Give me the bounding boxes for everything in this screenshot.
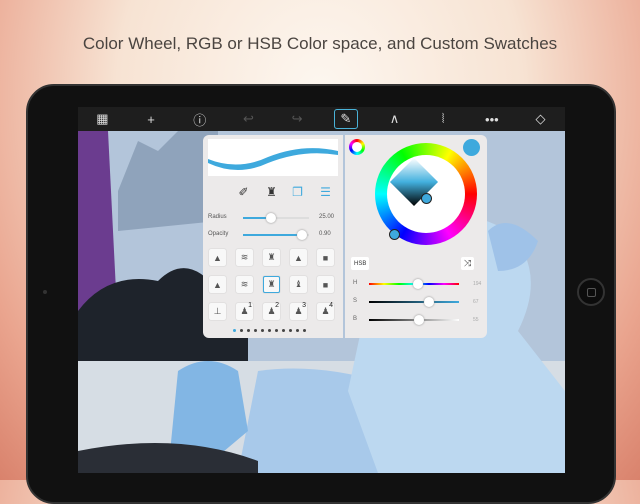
opacity-label: Opacity [208, 231, 229, 237]
hue-picker[interactable] [389, 229, 400, 240]
brush-chisel[interactable]: ♝ [290, 276, 307, 293]
custom-brush-4[interactable]: ♟ 4 [317, 302, 334, 320]
brush-edit-icon[interactable]: ✐ [235, 183, 252, 200]
page-dot[interactable] [289, 329, 292, 332]
h-label: H [353, 280, 358, 286]
brush-icon[interactable]: ✎ [333, 109, 358, 129]
color-wheel[interactable] [375, 143, 477, 245]
current-color-swatch[interactable] [463, 139, 480, 156]
page-dot[interactable] [296, 329, 299, 332]
s-label: S [353, 298, 358, 304]
brush-airbrush[interactable]: ≋ [236, 249, 253, 266]
hue-slider[interactable] [369, 279, 459, 289]
add-icon[interactable]: + [139, 109, 163, 129]
redo-icon[interactable]: ↪ [285, 109, 309, 129]
s-value: 67 [473, 299, 479, 305]
home-button[interactable] [577, 278, 605, 306]
layers-icon[interactable]: ◇ [529, 109, 553, 129]
page-indicator[interactable] [233, 329, 306, 332]
brush-eraser[interactable]: ■ [317, 249, 334, 266]
camera [43, 290, 47, 294]
app-screen: ▦ + ⓘ ↩ ↪ ✎ ∧ ⦚ ••• ◇ ✐ ♜ ❐ ☰ Radius 25.… [78, 107, 565, 473]
brush-settings-icon[interactable]: ☰ [317, 183, 334, 200]
radius-label: Radius [208, 214, 227, 220]
toolbar: ▦ + ⓘ ↩ ↪ ✎ ∧ ⦚ ••• ◇ [78, 107, 565, 131]
page-dot[interactable] [275, 329, 278, 332]
custom-brush-3[interactable]: ♟ 3 [290, 302, 307, 320]
headline: Color Wheel, RGB or HSB Color space, and… [82, 34, 558, 53]
brush-pencil[interactable]: ▲ [209, 249, 226, 266]
undo-icon[interactable]: ↩ [236, 109, 260, 129]
page-dot[interactable] [233, 329, 236, 332]
color-panel: HSB ⤨ H 194 S 67 B 55 [345, 135, 487, 338]
b-label: B [353, 316, 358, 322]
opacity-slider[interactable] [243, 230, 309, 240]
curve-icon[interactable]: ∧ [382, 109, 406, 129]
brush-pen[interactable]: ▲ [290, 249, 307, 266]
brush-panel: ✐ ♜ ❐ ☰ Radius 25.00 Opacity 0.90 ▲ ≋ ♜ … [203, 135, 343, 338]
symmetry-icon[interactable]: ⦚ [431, 109, 455, 129]
opacity-value: 0.90 [319, 231, 331, 237]
stroke-preview [208, 139, 338, 176]
shuffle-icon[interactable]: ⤨ [461, 257, 475, 270]
color-palette-icon[interactable] [349, 139, 365, 155]
brush-selected[interactable]: ♜ [263, 276, 280, 293]
brush-hard-eraser[interactable]: ■ [317, 276, 334, 293]
brush-set-icon[interactable]: ❐ [289, 183, 306, 200]
brush-tip-icon[interactable]: ♜ [263, 183, 280, 200]
more-icon[interactable]: ••• [480, 109, 504, 129]
b-value: 55 [473, 317, 479, 323]
custom-brush-1[interactable]: ♟ 1 [236, 302, 253, 320]
brush-marker[interactable]: ♜ [263, 249, 280, 266]
brush-ballpoint[interactable]: ▲ [209, 276, 226, 293]
hsb-mode-button[interactable]: HSB [351, 257, 370, 270]
page-dot[interactable] [268, 329, 271, 332]
h-value: 194 [473, 281, 482, 287]
brush-fill[interactable]: ⊥ [209, 303, 226, 320]
page-dot[interactable] [247, 329, 250, 332]
custom-brush-2[interactable]: ♟ 2 [263, 302, 280, 320]
gallery-icon[interactable]: ▦ [90, 109, 114, 129]
radius-slider[interactable] [243, 213, 309, 223]
brightness-slider[interactable] [369, 315, 459, 325]
info-icon[interactable]: ⓘ [188, 109, 212, 129]
saturation-slider[interactable] [369, 297, 459, 307]
sb-picker[interactable] [421, 193, 432, 204]
page-dot[interactable] [254, 329, 257, 332]
page-dot[interactable] [282, 329, 285, 332]
page-dot[interactable] [240, 329, 243, 332]
page-dot[interactable] [261, 329, 264, 332]
brush-smudge[interactable]: ≋ [236, 276, 253, 293]
page-dot[interactable] [303, 329, 306, 332]
radius-value: 25.00 [319, 214, 335, 220]
